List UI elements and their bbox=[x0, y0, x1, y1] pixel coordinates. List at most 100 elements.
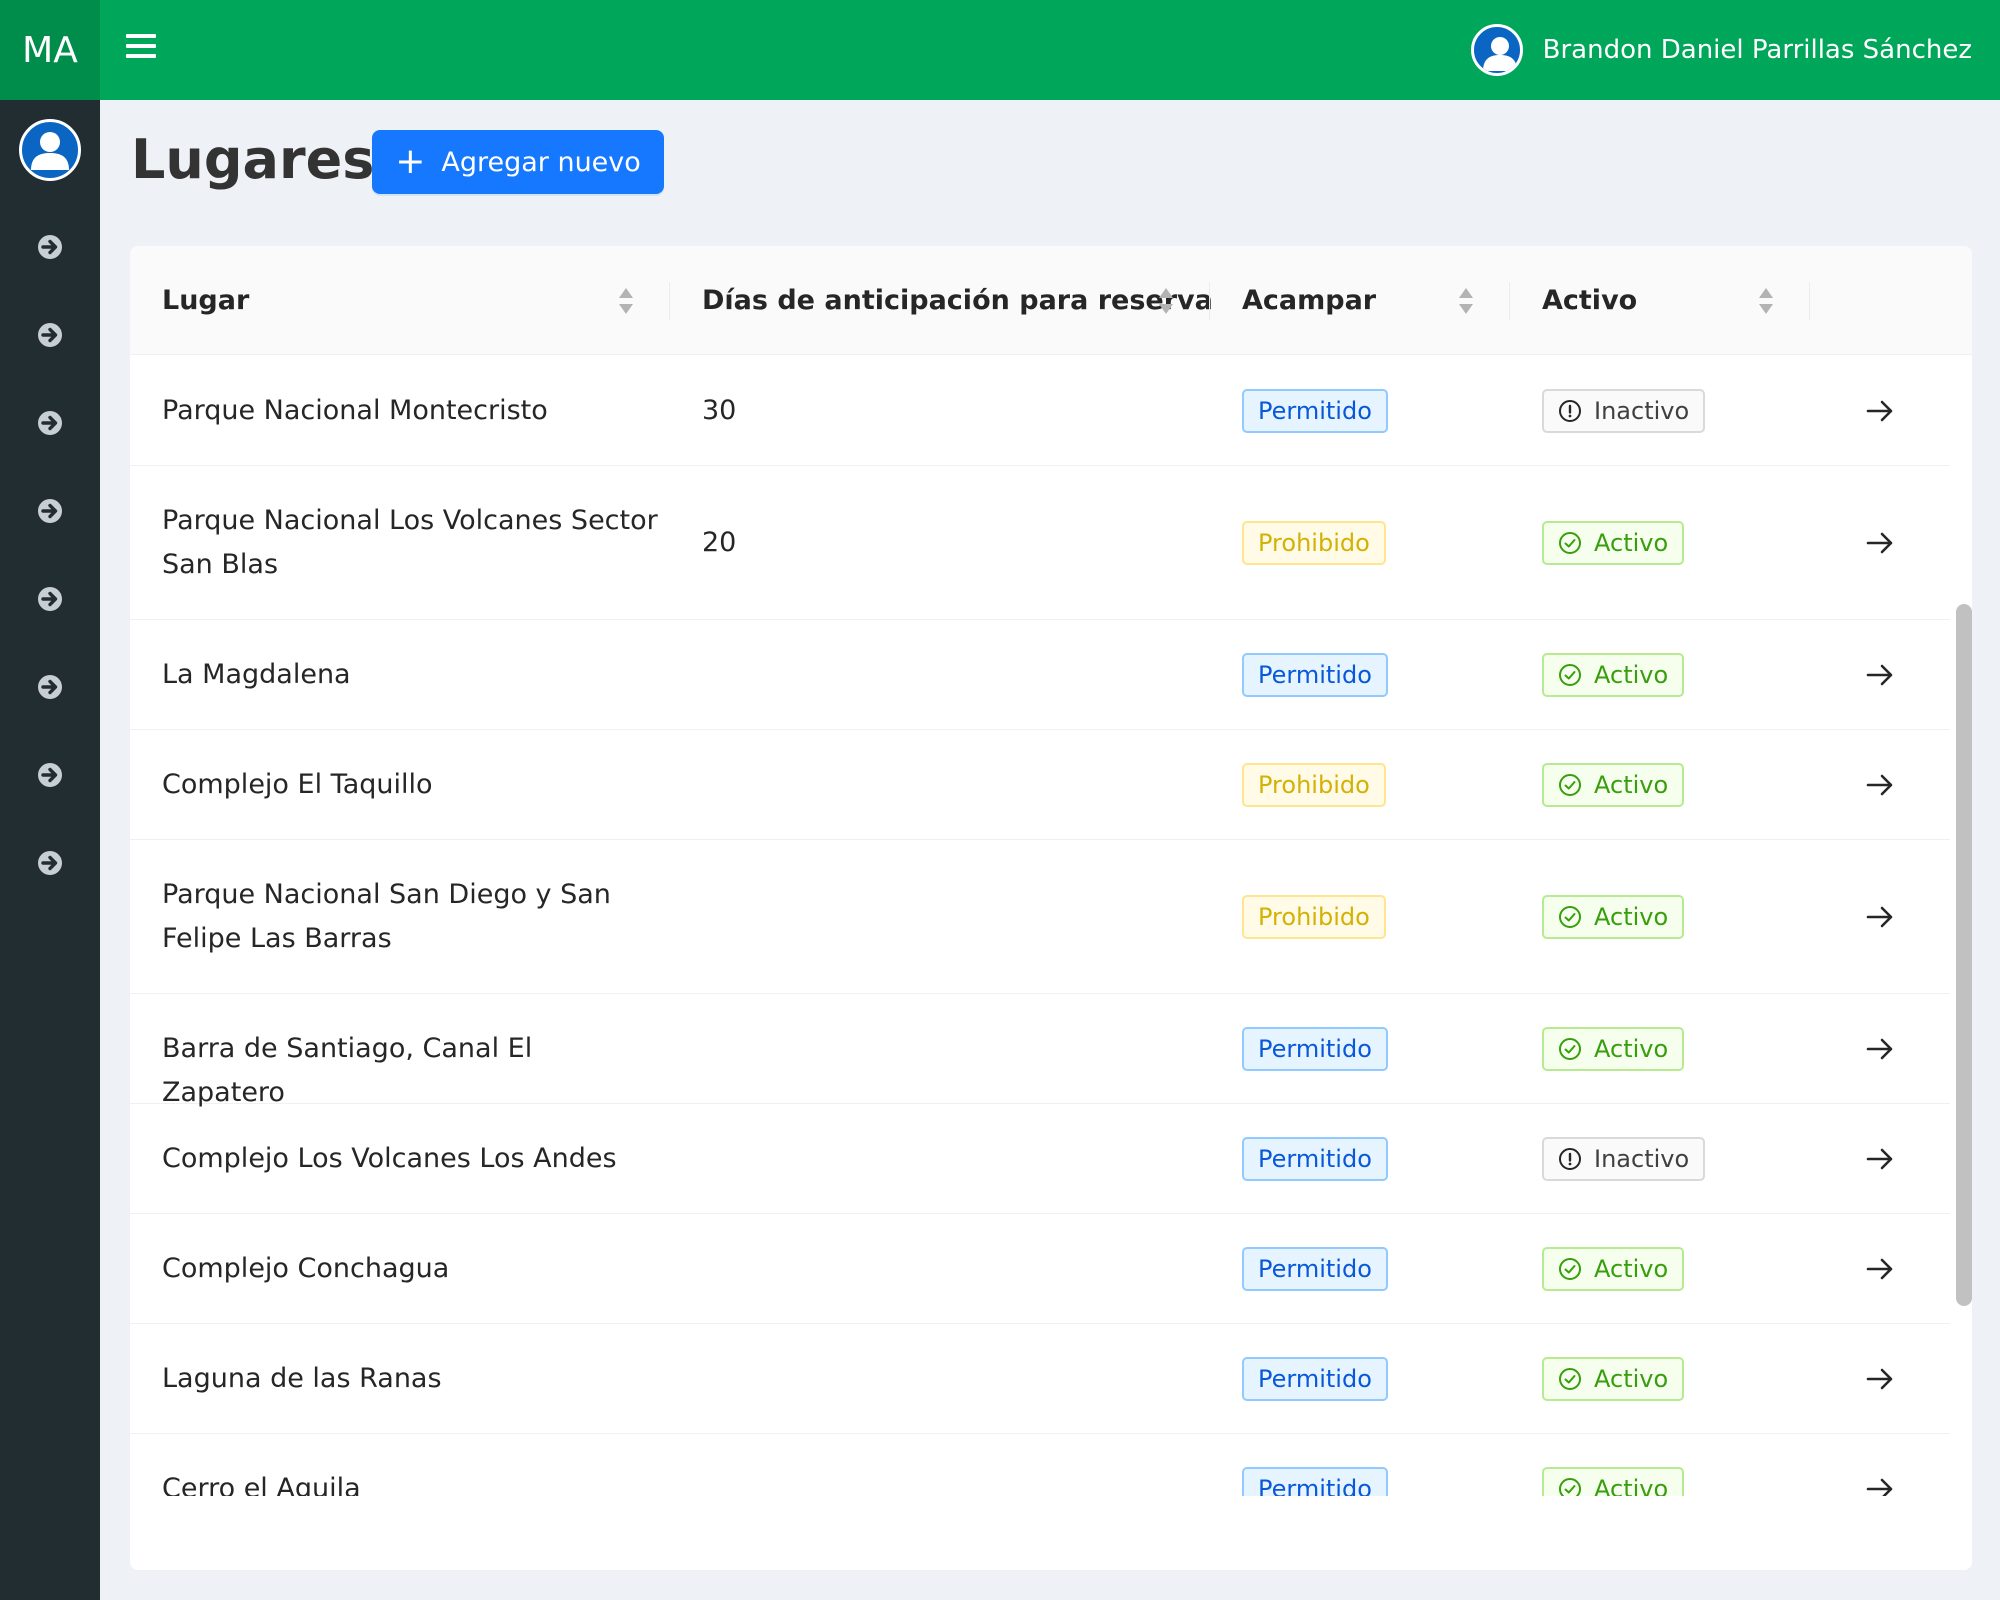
camping-tag: Permitido bbox=[1242, 1357, 1388, 1401]
reservation-days: 20 bbox=[702, 527, 737, 558]
table-body: Parque Nacional Montecristo 30 Permitido In… bbox=[130, 356, 1950, 1496]
place-name: Complejo Los Volcanes Los Andes bbox=[162, 1143, 617, 1174]
user-name: Brandon Daniel Parrillas Sánchez bbox=[1542, 35, 1972, 65]
sort-icon[interactable] bbox=[1457, 286, 1475, 316]
check-circle-icon bbox=[1559, 774, 1581, 796]
status-label: Activo bbox=[1594, 1365, 1669, 1393]
add-new-button[interactable]: + Agregar nuevo bbox=[372, 130, 664, 194]
table-row[interactable]: Laguna de las Ranas Permitido Activo bbox=[130, 1324, 1950, 1434]
arrow-right-icon[interactable] bbox=[1864, 1143, 1896, 1175]
sort-icon[interactable] bbox=[1757, 286, 1775, 316]
sidebar-nav-item[interactable] bbox=[34, 671, 66, 703]
status-label: Activo bbox=[1594, 1475, 1669, 1496]
sort-icon[interactable] bbox=[617, 286, 635, 316]
column-header-dias[interactable]: Días de anticipación para reserva bbox=[702, 246, 1213, 355]
check-circle-icon bbox=[1559, 1478, 1581, 1496]
arrow-right-icon[interactable] bbox=[1864, 901, 1896, 933]
status-label: Inactivo bbox=[1594, 1145, 1690, 1173]
brand-logo[interactable]: MA bbox=[0, 0, 100, 100]
status-label: Inactivo bbox=[1594, 397, 1690, 425]
arrow-right-icon[interactable] bbox=[1864, 769, 1896, 801]
camping-tag: Permitido bbox=[1242, 389, 1388, 433]
table-scrollbar[interactable] bbox=[1952, 356, 1972, 1506]
user-menu[interactable]: Brandon Daniel Parrillas Sánchez bbox=[1470, 24, 1972, 76]
camping-tag: Prohibido bbox=[1242, 763, 1386, 807]
sidebar-nav-item[interactable] bbox=[34, 583, 66, 615]
place-name: Complejo El Taquillo bbox=[162, 769, 433, 800]
status-label: Activo bbox=[1594, 903, 1669, 931]
camping-tag: Prohibido bbox=[1242, 895, 1386, 939]
place-name: Complejo Conchagua bbox=[162, 1253, 450, 1284]
arrow-circle-right-icon bbox=[38, 675, 62, 699]
status-label: Activo bbox=[1594, 661, 1669, 689]
user-avatar-icon bbox=[1470, 24, 1523, 76]
sidebar bbox=[0, 100, 100, 1600]
column-divider bbox=[669, 282, 670, 320]
column-header-activo[interactable]: Activo bbox=[1542, 246, 1637, 355]
sidebar-nav-item[interactable] bbox=[34, 759, 66, 791]
table-row[interactable]: Barra de Santiago, Canal El Zapatero Perm… bbox=[130, 994, 1950, 1108]
table-row[interactable]: Complejo El Taquillo Prohibido Activo bbox=[130, 730, 1950, 840]
sidebar-nav-item[interactable] bbox=[34, 319, 66, 351]
table-row[interactable]: Parque Nacional Montecristo 30 Permitido In… bbox=[130, 356, 1950, 466]
check-circle-icon bbox=[1559, 1368, 1581, 1390]
arrow-right-icon[interactable] bbox=[1864, 395, 1896, 427]
status-badge: Activo bbox=[1542, 763, 1685, 807]
status-badge: Activo bbox=[1542, 1467, 1685, 1496]
table-row[interactable]: Parque Nacional Los Volcanes Sector San … bbox=[130, 466, 1950, 620]
status-badge: Inactivo bbox=[1542, 1137, 1706, 1181]
column-divider bbox=[1809, 282, 1810, 320]
table-row[interactable]: Complejo Los Volcanes Los Andes Permitido… bbox=[130, 1104, 1950, 1214]
status-label: Activo bbox=[1594, 1035, 1669, 1063]
arrow-circle-right-icon bbox=[38, 763, 62, 787]
column-header-lugar[interactable]: Lugar bbox=[162, 246, 249, 355]
sidebar-nav-item[interactable] bbox=[34, 495, 66, 527]
add-new-label: Agregar nuevo bbox=[441, 146, 641, 178]
status-label: Activo bbox=[1594, 529, 1669, 557]
arrow-circle-right-icon bbox=[38, 235, 62, 259]
check-circle-icon bbox=[1559, 906, 1581, 928]
arrow-right-icon[interactable] bbox=[1864, 1473, 1896, 1496]
exclamation-circle-icon bbox=[1559, 1148, 1581, 1170]
status-badge: Activo bbox=[1542, 1357, 1685, 1401]
sidebar-nav-item[interactable] bbox=[34, 407, 66, 439]
arrow-circle-right-icon bbox=[38, 587, 62, 611]
check-circle-icon bbox=[1559, 664, 1581, 686]
arrow-right-icon[interactable] bbox=[1864, 527, 1896, 559]
status-badge: Activo bbox=[1542, 895, 1685, 939]
status-badge: Activo bbox=[1542, 653, 1685, 697]
table-row[interactable]: Parque Nacional San Diego y San Felipe L… bbox=[130, 840, 1950, 994]
column-divider bbox=[1509, 282, 1510, 320]
table-row[interactable]: Cerro el Aguila Permitido Activo bbox=[130, 1434, 1950, 1496]
status-label: Activo bbox=[1594, 771, 1669, 799]
place-name: Barra de Santiago, Canal El Zapatero bbox=[162, 1033, 533, 1108]
reservation-days: 30 bbox=[702, 395, 737, 426]
place-name: Cerro el Aguila bbox=[162, 1473, 361, 1496]
check-circle-icon bbox=[1559, 532, 1581, 554]
camping-tag: Permitido bbox=[1242, 1027, 1388, 1071]
hamburger-icon[interactable] bbox=[126, 34, 156, 66]
arrow-right-icon[interactable] bbox=[1864, 659, 1896, 691]
arrow-right-icon[interactable] bbox=[1864, 1363, 1896, 1395]
place-name: Parque Nacional San Diego y San Felipe L… bbox=[162, 879, 611, 954]
arrow-circle-right-icon bbox=[38, 323, 62, 347]
scrollbar-thumb[interactable] bbox=[1956, 604, 1972, 1306]
camping-tag: Prohibido bbox=[1242, 521, 1386, 565]
camping-tag: Permitido bbox=[1242, 1247, 1388, 1291]
column-header-acampar[interactable]: Acampar bbox=[1242, 246, 1376, 355]
arrow-circle-right-icon bbox=[38, 499, 62, 523]
place-name: Parque Nacional Montecristo bbox=[162, 395, 548, 426]
status-badge: Activo bbox=[1542, 1247, 1685, 1291]
table-row[interactable]: Complejo Conchagua Permitido Activo bbox=[130, 1214, 1950, 1324]
arrow-right-icon[interactable] bbox=[1864, 1253, 1896, 1285]
arrow-right-icon[interactable] bbox=[1864, 1033, 1896, 1065]
status-badge: Activo bbox=[1542, 521, 1685, 565]
table-row[interactable]: La Magdalena Permitido Activo bbox=[130, 620, 1950, 730]
sort-icon[interactable] bbox=[1157, 286, 1175, 316]
column-divider bbox=[1209, 282, 1210, 320]
sidebar-nav-item[interactable] bbox=[34, 847, 66, 879]
camping-tag: Permitido bbox=[1242, 1467, 1388, 1496]
sidebar-nav-item[interactable] bbox=[34, 231, 66, 263]
camping-tag: Permitido bbox=[1242, 1137, 1388, 1181]
check-circle-icon bbox=[1559, 1038, 1581, 1060]
